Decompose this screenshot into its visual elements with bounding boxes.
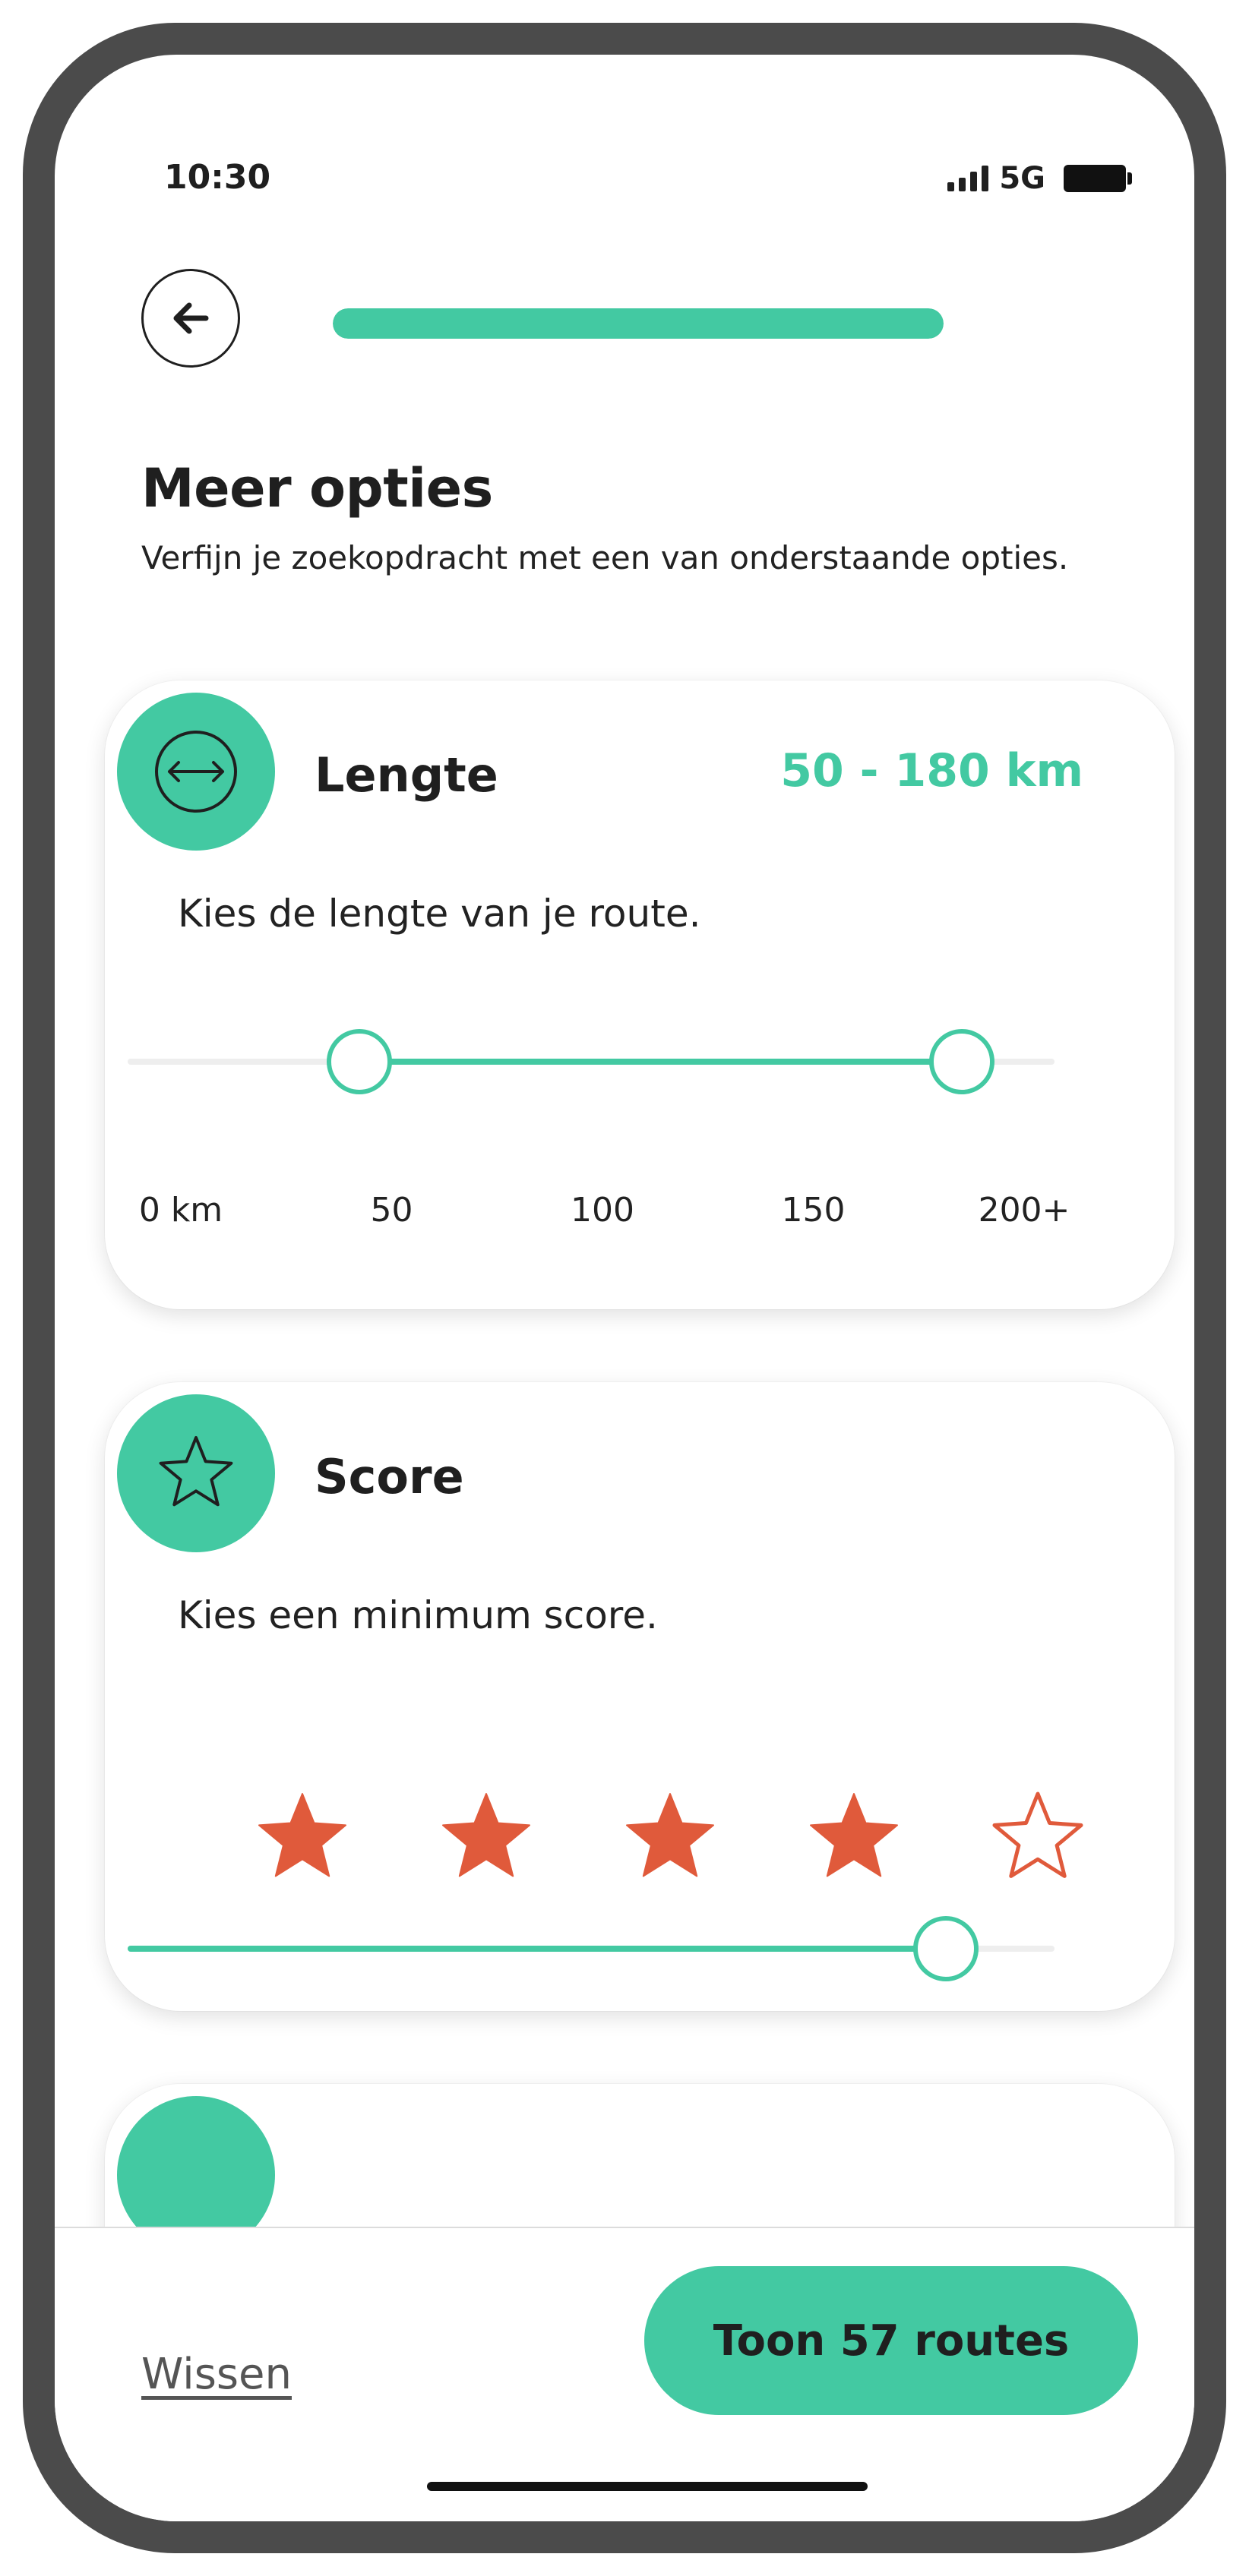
signal-icon <box>947 166 989 191</box>
show-routes-button[interactable]: Toon 57 routes <box>644 2266 1138 2415</box>
bottom-action-bar: Wissen Toon 57 routes <box>55 2227 1194 2521</box>
network-type: 5G <box>999 161 1045 196</box>
status-icons: 5G <box>947 161 1132 196</box>
home-indicator <box>427 2482 868 2491</box>
page-subtitle: Verfijn je zoekopdracht met een van onde… <box>141 539 1069 576</box>
length-title: Lengte <box>315 747 498 803</box>
length-slider-max-handle[interactable] <box>929 1029 994 1094</box>
length-value: 50 - 180 km <box>780 744 1083 797</box>
length-tick-label: 100 <box>571 1191 634 1230</box>
clear-button[interactable]: Wissen <box>141 2350 292 2399</box>
length-tick-label: 50 <box>370 1191 413 1230</box>
status-time: 10:30 <box>164 158 271 197</box>
page-title: Meer opties <box>141 457 493 519</box>
progress-bar <box>333 308 944 339</box>
battery-icon <box>1064 165 1132 192</box>
length-tick-label: 150 <box>781 1191 846 1230</box>
score-title: Score <box>315 1449 464 1504</box>
star-filled-icon[interactable] <box>254 1789 351 1886</box>
star-filled-icon[interactable] <box>438 1789 535 1886</box>
score-icon-circle <box>117 1394 275 1552</box>
score-slider-handle[interactable] <box>913 1916 979 1981</box>
arrow-left-icon <box>173 302 209 334</box>
star-outline-icon <box>159 1436 233 1507</box>
score-description: Kies een minimum score. <box>178 1593 658 1637</box>
length-icon-circle <box>117 693 275 851</box>
progress-fill <box>333 308 944 339</box>
score-card: Score Kies een minimum score. <box>105 1382 1175 2011</box>
screen: 10:30 5G Meer opties Verfijn je zoekopdr… <box>55 55 1194 2521</box>
length-slider-range <box>359 1059 962 1065</box>
star-empty-icon[interactable] <box>989 1789 1086 1886</box>
phone-frame: 10:30 5G Meer opties Verfijn je zoekopdr… <box>23 23 1226 2553</box>
horizontal-arrows-icon <box>155 731 237 813</box>
length-slider-min-handle[interactable] <box>327 1029 392 1094</box>
length-tick-label: 0 km <box>138 1191 223 1230</box>
length-description: Kies de lengte van je route. <box>178 892 701 936</box>
back-button[interactable] <box>141 269 240 368</box>
score-slider[interactable] <box>128 1916 1055 1981</box>
star-filled-icon[interactable] <box>805 1789 903 1886</box>
score-slider-range <box>128 1946 946 1952</box>
length-tick-label: 200+ <box>978 1191 1070 1230</box>
star-filled-icon[interactable] <box>621 1789 719 1886</box>
length-slider[interactable] <box>128 1029 1055 1094</box>
